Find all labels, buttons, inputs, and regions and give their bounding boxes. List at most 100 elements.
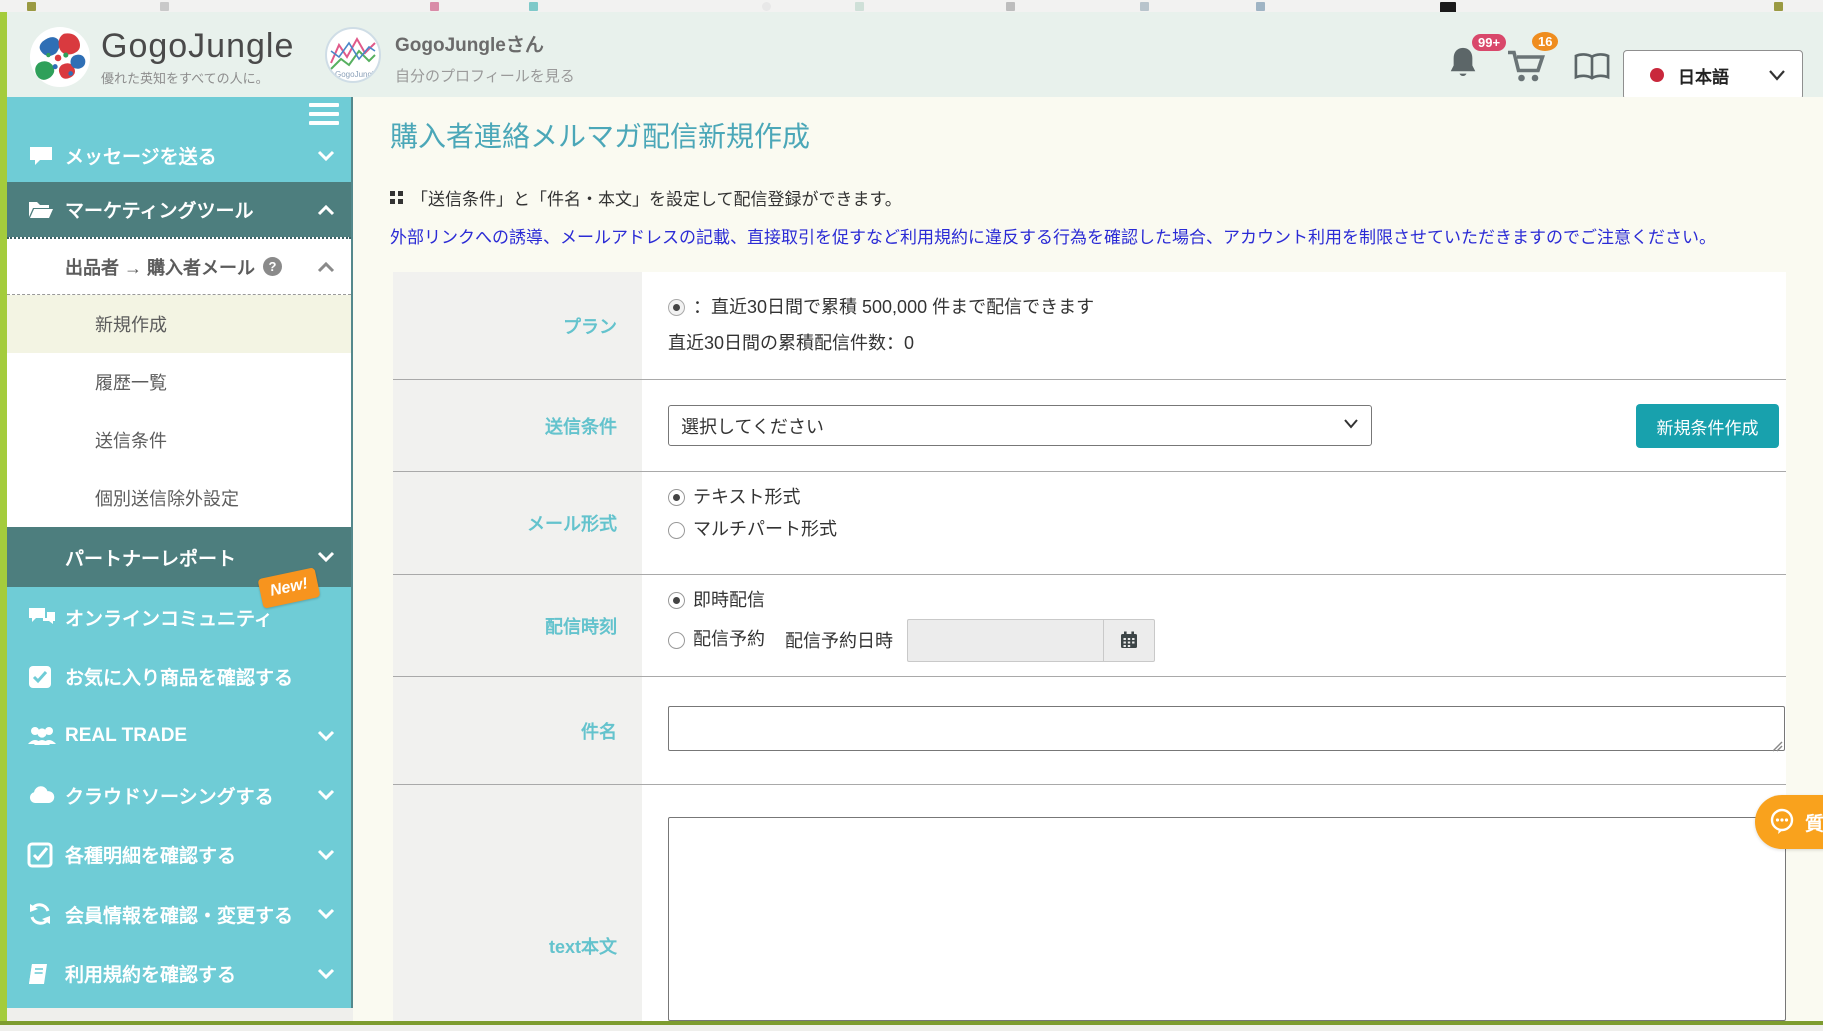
sidebar-item-statements[interactable]: 各種明細を確認する: [7, 825, 351, 884]
condition-select-value: 選択してください: [681, 416, 824, 437]
chevron-down-icon: [1768, 69, 1786, 81]
language-selector[interactable]: 日本語: [1623, 50, 1803, 100]
calendar-button[interactable]: [1103, 618, 1155, 662]
format-option-multipart[interactable]: マルチパート形式: [668, 518, 1786, 541]
plan-label: プラン: [393, 272, 642, 379]
favicon-icon: [430, 2, 439, 11]
body-textarea[interactable]: [668, 817, 1786, 1021]
users-icon: [27, 724, 56, 748]
question-floating-button[interactable]: 質問: [1755, 795, 1823, 849]
japan-flag-icon: [1650, 68, 1664, 82]
logo-name: GogoJungle: [101, 27, 295, 65]
book-icon: [27, 961, 55, 987]
calendar-icon: [1121, 631, 1137, 649]
language-label: 日本語: [1678, 67, 1729, 87]
condition-select[interactable]: 選択してください: [668, 405, 1372, 446]
sidebar-item-marketing-tools[interactable]: マーケティングツール: [7, 182, 351, 237]
format-option-text[interactable]: テキスト形式: [668, 486, 1786, 509]
logo[interactable]: GogoJungle 優れた英知をすべての人に。: [29, 26, 294, 88]
sidebar-item-favorites[interactable]: お気に入り商品を確認する: [7, 647, 351, 706]
comment-icon: [27, 146, 55, 168]
warning-text: 外部リンクへの誘導、メールアドレスの記載、直接取引を促すなど利用規約に違反する行…: [390, 228, 1716, 247]
favicon-icon: [160, 2, 169, 11]
favicon-icon: [855, 2, 864, 11]
datetime-input[interactable]: [907, 618, 1103, 662]
favicon-icon: [27, 2, 36, 11]
submenu-item-new-creation[interactable]: 新規作成: [7, 295, 351, 353]
favicon-icon: [1006, 2, 1015, 11]
submenu-item-history-list[interactable]: 履歴一覧: [7, 353, 351, 411]
format-label: メール形式: [393, 472, 642, 574]
chevron-down-icon: [1343, 418, 1359, 429]
timing-radio-immediate[interactable]: [668, 592, 685, 610]
timing-option-immediate[interactable]: 即時配信: [668, 589, 1786, 612]
subject-input[interactable]: [668, 705, 1785, 751]
main-content: 購入者連絡メルマガ配信新規作成 「送信条件」と「件名・本文」を設定して配信登録が…: [353, 97, 1823, 1021]
submenu-header-seller-to-buyer-mail[interactable]: 出品者 → 購入者メール ?: [7, 239, 351, 295]
chevron-up-icon: [317, 261, 335, 273]
submenu-item-individual-exclusion[interactable]: 個別送信除外設定: [7, 469, 351, 527]
chevron-down-icon: [317, 730, 335, 742]
submenu-buyer-mail: 出品者 → 購入者メール ? 新規作成 履歴一覧 送信条件 個別送信除外設定: [7, 237, 351, 527]
favicon-icon: [762, 2, 771, 11]
form-row-subject: 件名: [393, 677, 1786, 785]
check-square-icon: [27, 664, 55, 690]
question-bubble-icon: [1770, 808, 1794, 834]
datetime-label: 配信予約日時: [785, 631, 893, 652]
folder-open-icon: [27, 199, 55, 221]
plan-radio[interactable]: [668, 298, 685, 316]
form-row-plan: プラン ：直近30日間で累積 500,000 件まで配信できます 直近30日間の…: [393, 272, 1786, 380]
format-radio-multipart[interactable]: [668, 521, 685, 539]
page-bottom-border: [0, 1021, 1823, 1025]
cart-badge: 16: [1532, 32, 1559, 51]
plan-radio-line: ：直近30日間で累積 500,000 件まで配信できます: [668, 296, 1786, 319]
sidebar-item-send-message[interactable]: メッセージを送る: [7, 129, 351, 182]
sync-icon: [27, 901, 55, 927]
hamburger-menu-icon[interactable]: [309, 103, 339, 130]
timing-option-scheduled[interactable]: 配信予約: [668, 628, 765, 651]
plan-count-text: 直近30日間の累積配信件数：0: [668, 333, 915, 354]
notifications-bell-icon[interactable]: [1445, 45, 1481, 83]
form-row-timing: 配信時刻 即時配信 配信予約 配信予約日時: [393, 575, 1786, 677]
favicon-icon: [1774, 2, 1783, 11]
chevron-up-icon: [317, 204, 335, 216]
user-name: GogoJungleさん: [395, 35, 544, 56]
chevron-down-icon: [317, 968, 335, 980]
resize-grip-icon[interactable]: [1771, 740, 1783, 752]
format-radio-text[interactable]: [668, 489, 685, 507]
submenu-item-send-conditions[interactable]: 送信条件: [7, 411, 351, 469]
logo-tagline: 優れた英知をすべての人に。: [101, 71, 269, 86]
chevron-down-icon: [317, 551, 335, 563]
page-title: 購入者連絡メルマガ配信新規作成: [390, 121, 811, 152]
subtitle: 「送信条件」と「件名・本文」を設定して配信登録ができます。: [390, 185, 902, 210]
sidebar-item-crowdsourcing[interactable]: クラウドソーシングする: [7, 765, 351, 825]
plan-limit-text: ：直近30日間で累積 500,000 件まで配信できます: [693, 296, 1095, 317]
chevron-down-icon: [317, 908, 335, 920]
timing-label: 配信時刻: [393, 575, 642, 676]
timing-radio-scheduled[interactable]: [668, 631, 685, 649]
sidebar-item-real-trade[interactable]: REAL TRADE: [7, 706, 351, 765]
sidebar-item-online-community[interactable]: オンラインコミュニティ New!: [7, 567, 351, 647]
sidebar: メッセージを送る マーケティングツール 出品者 → 購入者メール ? 新規作成 …: [7, 97, 353, 1008]
sidebar-item-member-info[interactable]: 会員情報を確認・変更する: [7, 884, 351, 944]
guide-book-icon[interactable]: [1573, 52, 1611, 82]
notification-badge: 99+: [1472, 34, 1507, 51]
profile-link[interactable]: 自分のプロフィールを見る: [395, 65, 575, 86]
question-label: 質問: [1805, 813, 1823, 835]
svg-text:GogoJungle: GogoJungle: [335, 70, 379, 79]
chevron-down-icon: [317, 789, 335, 801]
page-left-border: [0, 12, 7, 1022]
form-row-format: メール形式 テキスト形式 マルチパート形式: [393, 472, 1786, 575]
chevron-down-icon: [317, 150, 335, 162]
avatar[interactable]: GogoJungle: [325, 27, 381, 83]
favicon-icon: [529, 2, 538, 11]
user-block: GogoJungleさん 自分のプロフィールを見る: [395, 30, 575, 86]
help-icon[interactable]: ?: [263, 257, 283, 276]
cart-icon[interactable]: [1505, 48, 1547, 84]
gogojungle-logo-icon: [29, 26, 91, 88]
grid-icon: [390, 191, 403, 204]
create-condition-button[interactable]: 新規条件作成: [1636, 404, 1779, 448]
logo-text-wrap: GogoJungle 優れた英知をすべての人に。: [101, 27, 294, 87]
sidebar-item-terms[interactable]: 利用規約を確認する: [7, 944, 351, 1003]
chevron-down-icon: [317, 849, 335, 861]
